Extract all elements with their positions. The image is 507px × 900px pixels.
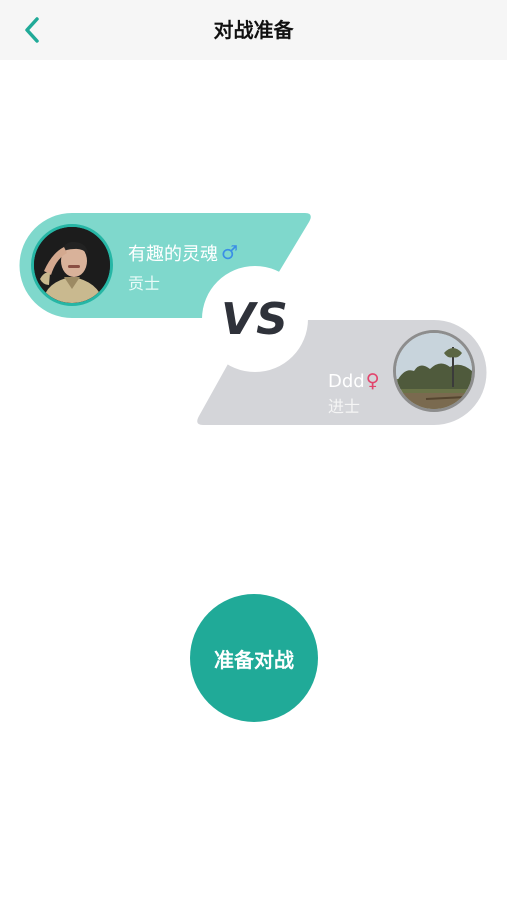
player2-name-row: Ddd ♀ <box>328 368 380 394</box>
battle-prep-screen: 对战准备 有趣的灵魂 ♂ 贡士 VS Ddd ♀ 进士 准备对战 <box>0 0 507 900</box>
player2-avatar <box>393 330 475 412</box>
page-title: 对战准备 <box>213 18 294 42</box>
matchup-area: 有趣的灵魂 ♂ 贡士 VS Ddd ♀ 进士 <box>0 200 507 440</box>
vs-badge: VS <box>202 266 308 372</box>
male-gender-icon: ♂ <box>221 241 239 264</box>
top-navigation-bar: 对战准备 <box>0 0 507 60</box>
player1-name-row: 有趣的灵魂 ♂ <box>128 240 238 266</box>
female-gender-icon: ♀ <box>365 369 380 392</box>
vs-label: VS <box>221 293 289 345</box>
ready-battle-button[interactable]: 准备对战 <box>190 594 318 722</box>
player1-name: 有趣的灵魂 <box>128 244 218 265</box>
player1-avatar <box>31 224 113 306</box>
player2-rank: 进士 <box>328 397 361 416</box>
player1-rank: 贡士 <box>128 274 161 293</box>
player2-name: Ddd <box>328 370 365 392</box>
